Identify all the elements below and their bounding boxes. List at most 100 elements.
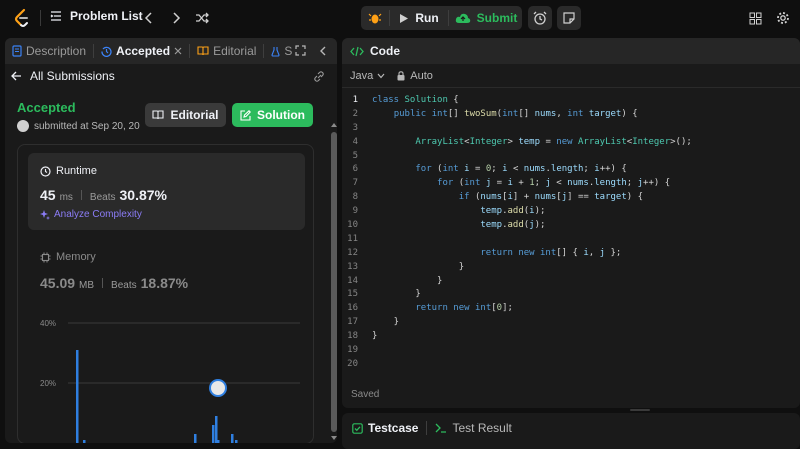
tab-editorial[interactable]: Editorial: [190, 38, 263, 64]
leetcode-logo-icon[interactable]: [12, 8, 32, 28]
runtime-distribution-chart[interactable]: 40% 20%: [18, 315, 315, 443]
code-line[interactable]: 16 return new int[0];: [342, 302, 800, 316]
code-line[interactable]: 3: [342, 122, 800, 136]
stats-box: Runtime 45 ms Beats 30.87% Analyze Compl…: [17, 144, 314, 443]
code-line[interactable]: 11: [342, 233, 800, 247]
language-select[interactable]: Java: [350, 70, 385, 82]
maximize-icon[interactable]: [295, 45, 306, 56]
chart-bar: [76, 350, 79, 443]
analyze-complexity-link[interactable]: Analyze Complexity: [40, 209, 142, 220]
code-line[interactable]: 20: [342, 358, 800, 372]
next-problem-button[interactable]: [166, 8, 186, 28]
memory-title-label: Memory: [56, 251, 96, 263]
line-number: 13: [347, 261, 358, 272]
code-line[interactable]: 17 }: [342, 316, 800, 330]
random-problem-button[interactable]: [192, 8, 212, 28]
note-icon: [563, 12, 575, 24]
code-panel-header: Code: [342, 38, 800, 64]
line-number: 3: [352, 122, 358, 133]
editorial-button[interactable]: Editorial: [145, 103, 226, 127]
notes-button[interactable]: [557, 6, 581, 30]
chart-bar: [231, 434, 234, 443]
link-icon[interactable]: [313, 71, 325, 82]
code-text: temp.add(j);: [480, 220, 546, 231]
auto-mode-label: Auto: [410, 69, 433, 82]
line-number: 18: [347, 331, 358, 342]
scroll-thumb[interactable]: [331, 132, 337, 432]
clock-icon: [40, 165, 51, 177]
scroll-up-icon[interactable]: [331, 122, 337, 128]
close-icon[interactable]: [174, 47, 182, 55]
code-line[interactable]: 1 class Solution {: [342, 94, 800, 108]
code-line[interactable]: 8 if (nums[i] + nums[j] == target) {: [342, 191, 800, 205]
code-text: class Solution {: [372, 95, 459, 105]
tab-description[interactable]: Description: [5, 38, 93, 64]
sparkle-icon: [40, 209, 50, 220]
code-text: ArrayList<Integer> temp = new ArrayList<…: [415, 136, 692, 147]
settings-button[interactable]: [773, 8, 793, 28]
code-icon: [350, 46, 364, 56]
submit-button[interactable]: Submit: [452, 6, 520, 30]
code-line[interactable]: 13 }: [342, 261, 800, 275]
line-number: 15: [347, 289, 358, 300]
layout-button[interactable]: [745, 8, 765, 28]
code-text: if (nums[i] + nums[j] == target) {: [458, 192, 644, 203]
code-line[interactable]: 12 return new int[] { i, j };: [342, 247, 800, 261]
code-line[interactable]: 5: [342, 150, 800, 164]
tab-divider: [426, 421, 428, 435]
chevron-left-icon: [144, 12, 152, 24]
tab-accepted[interactable]: Accepted: [94, 38, 189, 64]
layout-grid-icon: [749, 12, 761, 24]
code-panel-title: Code: [370, 44, 400, 58]
code-line[interactable]: 7 for (int j = i + 1; j < nums.length; j…: [342, 177, 800, 191]
memory-title[interactable]: Memory: [40, 251, 96, 263]
tab-testcase[interactable]: Testcase: [352, 421, 418, 435]
submission-meta: submitted at Sep 20, 20: [17, 120, 140, 132]
timer-button[interactable]: [528, 6, 552, 30]
memory-unit: MB: [79, 280, 95, 291]
avatar[interactable]: [17, 120, 29, 132]
code-line[interactable]: 15 }: [342, 288, 800, 302]
code-text: public int[] twoSum(int[] nums, int targ…: [393, 108, 638, 119]
solution-button[interactable]: Solution: [232, 103, 313, 127]
collapse-panel-icon[interactable]: [319, 46, 326, 56]
submit-label: Submit: [476, 11, 518, 25]
auto-mode-toggle[interactable]: Auto: [397, 70, 433, 82]
memory-value: 45.09: [40, 275, 76, 291]
history-icon: [101, 46, 112, 57]
code-line[interactable]: 6 for (int i = 0; i < nums.length; i++) …: [342, 163, 800, 177]
code-line[interactable]: 9 temp.add(i);: [342, 205, 800, 219]
code-text: return new int[0];: [415, 303, 513, 314]
editor-toolbar: Java Auto: [342, 64, 800, 88]
code-line[interactable]: 18}: [342, 330, 800, 344]
saved-status: Saved: [351, 389, 380, 400]
book-icon: [152, 110, 165, 120]
code-editor[interactable]: 1 class Solution {2 public int[] twoSum(i…: [342, 94, 800, 372]
runtime-card[interactable]: Runtime 45 ms Beats 30.87% Analyze Compl…: [28, 153, 305, 230]
topbar-divider: [40, 10, 41, 26]
problem-list-button[interactable]: Problem List: [50, 9, 143, 23]
tab-solutions-label: S: [284, 44, 293, 58]
left-scrollbar[interactable]: [331, 122, 337, 442]
code-line[interactable]: 19: [342, 344, 800, 358]
runtime-title-label: Runtime: [56, 165, 97, 177]
panel-resize-handle[interactable]: [630, 409, 650, 411]
code-line[interactable]: 4 ArrayList<Integer> temp = new ArrayLis…: [342, 136, 800, 150]
tab-editorial-label: Editorial: [213, 44, 257, 58]
code-line[interactable]: 10 temp.add(j);: [342, 219, 800, 233]
code-text: return new int[] { i, j };: [480, 247, 622, 258]
editorial-button-label: Editorial: [170, 108, 219, 122]
debug-button[interactable]: [363, 6, 387, 30]
chart-bar: [215, 416, 218, 443]
metric-divider: [102, 278, 104, 288]
code-line[interactable]: 14 }: [342, 275, 800, 289]
prev-problem-button[interactable]: [139, 8, 159, 28]
code-text: }: [372, 275, 443, 286]
run-button[interactable]: Run: [391, 6, 447, 30]
code-line[interactable]: 2 public int[] twoSum(int[] nums, int ta…: [342, 108, 800, 122]
scroll-down-icon[interactable]: [331, 435, 337, 441]
terminal-icon: [436, 423, 447, 433]
line-number: 9: [352, 206, 358, 217]
all-submissions-link[interactable]: All Submissions: [5, 64, 337, 88]
tab-test-result[interactable]: Test Result: [435, 421, 512, 435]
